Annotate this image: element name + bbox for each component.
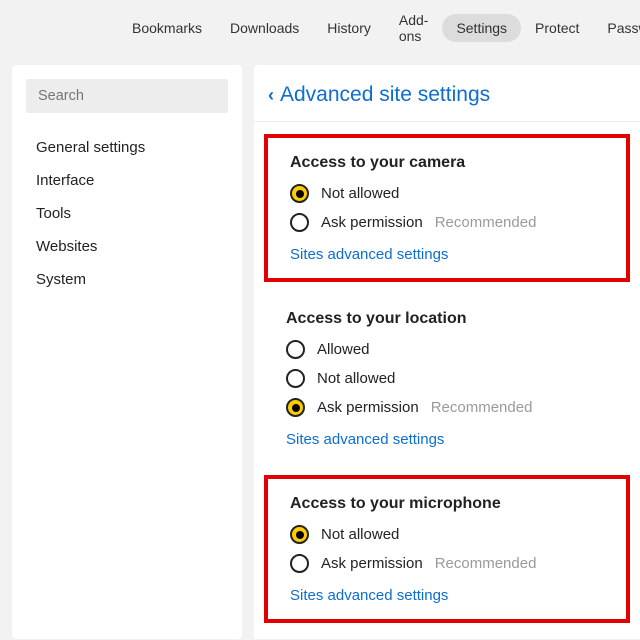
back-chevron-icon[interactable]: ‹ (268, 85, 274, 106)
recommended-label: Recommended (431, 399, 533, 416)
section-access-to-your-camera: Access to your camera Not allowed Ask perm… (264, 134, 630, 282)
sidebar-item-system[interactable]: System (26, 263, 228, 296)
radio-label: Not allowed (317, 370, 395, 387)
radio-label: Ask permission (317, 399, 419, 416)
sites-advanced-settings-link[interactable]: Sites advanced settings (290, 246, 448, 263)
sidebar-list: General settingsInterfaceToolsWebsitesSy… (26, 131, 228, 296)
radio-label: Not allowed (321, 526, 399, 543)
radio-option-allowed[interactable]: Allowed (286, 340, 608, 359)
sidebar-item-websites[interactable]: Websites (26, 230, 228, 263)
section-heading: Access to your location (286, 310, 608, 328)
radio-icon[interactable] (290, 525, 309, 544)
page-title[interactable]: Advanced site settings (280, 83, 490, 107)
radio-option-not-allowed[interactable]: Not allowed (290, 525, 604, 544)
section-access-to-your-location: Access to your location Allowed Not allowe… (264, 294, 630, 463)
radio-label: Ask permission (321, 214, 423, 231)
body: General settingsInterfaceToolsWebsitesSy… (0, 55, 640, 639)
radio-option-ask-permission[interactable]: Ask permission Recommended (290, 213, 604, 232)
radio-option-ask-permission[interactable]: Ask permission Recommended (290, 554, 604, 573)
sidebar: General settingsInterfaceToolsWebsitesSy… (12, 65, 242, 639)
recommended-label: Recommended (435, 555, 537, 572)
sidebar-item-interface[interactable]: Interface (26, 164, 228, 197)
recommended-label: Recommended (435, 214, 537, 231)
sites-advanced-settings-link[interactable]: Sites advanced settings (286, 431, 444, 448)
topnav-item-add-ons[interactable]: Add-ons (385, 6, 443, 50)
topnav-item-history[interactable]: History (313, 14, 385, 42)
radio-icon[interactable] (286, 369, 305, 388)
radio-option-ask-permission[interactable]: Ask permission Recommended (286, 398, 608, 417)
radio-icon[interactable] (286, 340, 305, 359)
radio-icon[interactable] (290, 213, 309, 232)
radio-label: Allowed (317, 341, 370, 358)
section-heading: Access to your microphone (290, 495, 604, 513)
radio-option-not-allowed[interactable]: Not allowed (286, 369, 608, 388)
radio-label: Not allowed (321, 185, 399, 202)
page-title-row: ‹ Advanced site settings (254, 83, 640, 122)
topnav-item-bookmarks[interactable]: Bookmarks (118, 14, 216, 42)
radio-label: Ask permission (321, 555, 423, 572)
radio-icon[interactable] (290, 184, 309, 203)
top-nav: BookmarksDownloadsHistoryAdd-onsSettings… (0, 0, 640, 55)
topnav-item-downloads[interactable]: Downloads (216, 14, 313, 42)
radio-icon[interactable] (290, 554, 309, 573)
topnav-item-settings[interactable]: Settings (442, 14, 521, 42)
section-heading: Access to your camera (290, 154, 604, 172)
main-panel: ‹ Advanced site settings Access to your … (254, 65, 640, 639)
radio-option-not-allowed[interactable]: Not allowed (290, 184, 604, 203)
section-access-to-your-microphone: Access to your microphone Not allowed Ask … (264, 475, 630, 623)
sidebar-item-tools[interactable]: Tools (26, 197, 228, 230)
radio-icon[interactable] (286, 398, 305, 417)
sidebar-item-general-settings[interactable]: General settings (26, 131, 228, 164)
topnav-item-protect[interactable]: Protect (521, 14, 593, 42)
topnav-item-passwords[interactable]: Passwords (593, 14, 640, 42)
sites-advanced-settings-link[interactable]: Sites advanced settings (290, 587, 448, 604)
search-input[interactable] (26, 79, 228, 113)
